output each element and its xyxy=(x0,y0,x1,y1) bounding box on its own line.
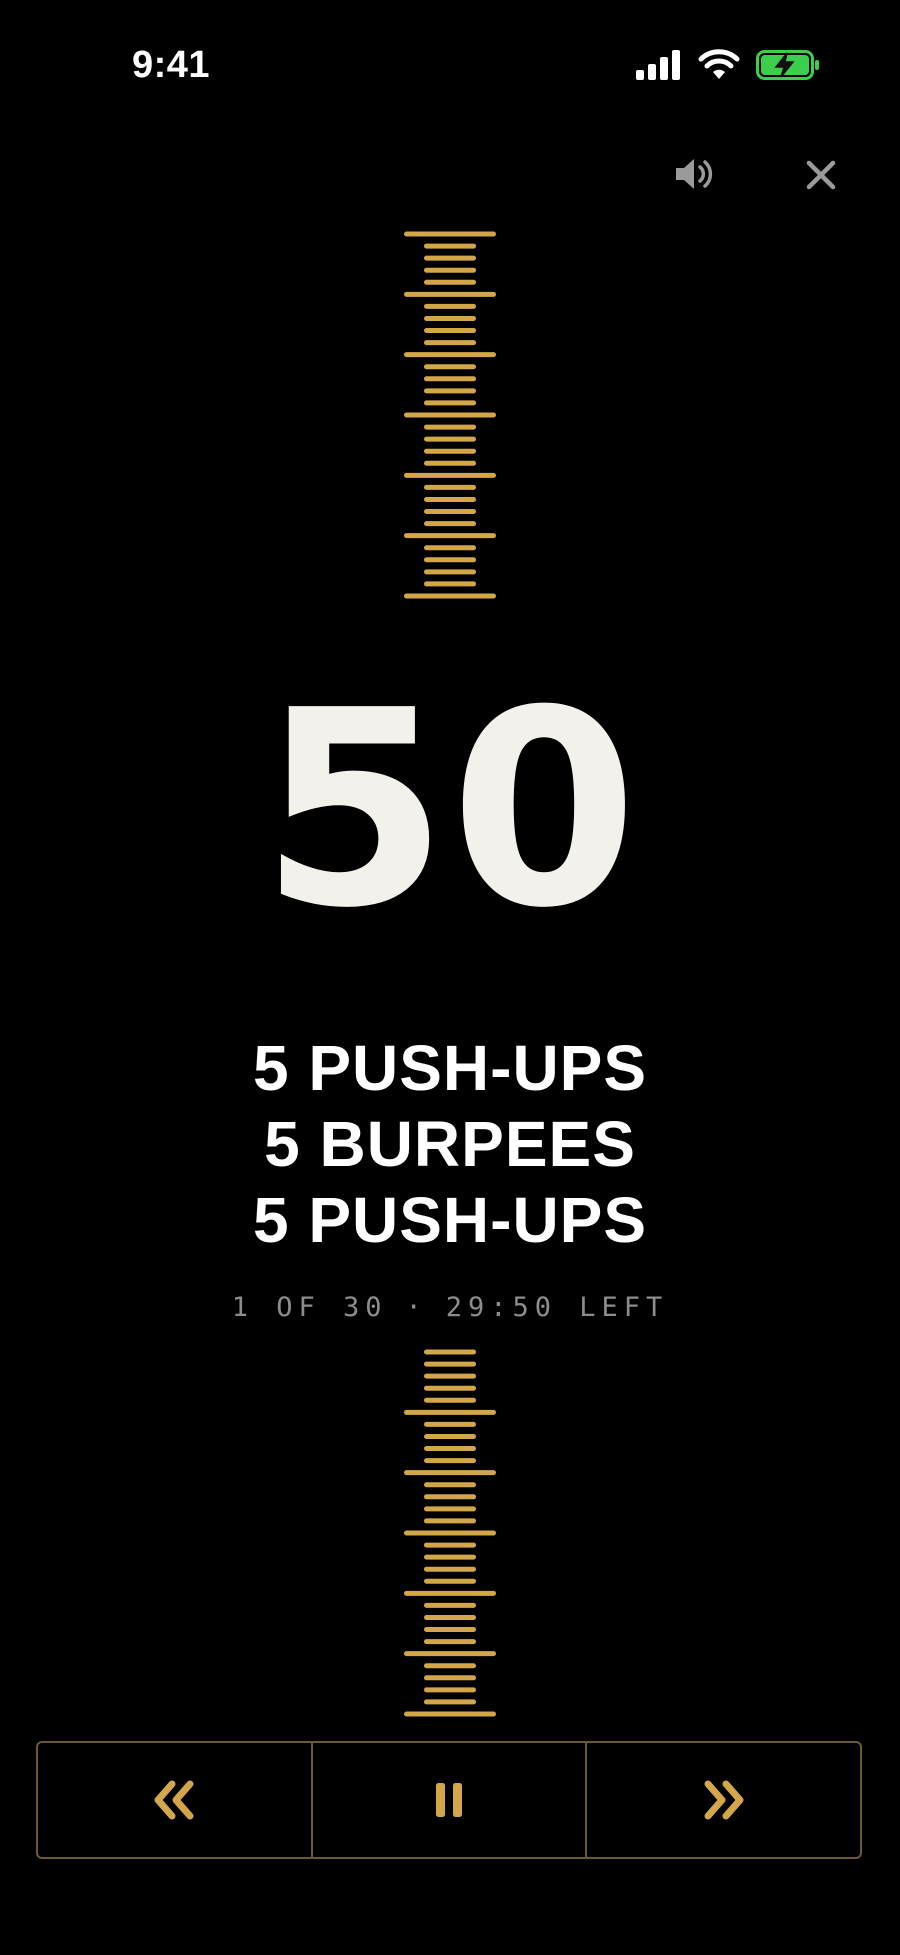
ruler-minor-tick xyxy=(424,303,476,309)
ruler-minor-tick xyxy=(424,267,476,273)
exercise-list: 5 PUSH-UPS 5 BURPEES 5 PUSH-UPS xyxy=(0,1030,900,1258)
signal-icon xyxy=(636,49,682,85)
ruler-minor-tick xyxy=(424,557,476,563)
ruler-major-tick xyxy=(404,1409,496,1415)
ruler-minor-tick xyxy=(424,1554,476,1560)
close-icon xyxy=(806,160,836,190)
round-counter: 1 OF 30 xyxy=(231,1292,388,1323)
ruler-minor-tick xyxy=(424,1566,476,1572)
ruler-minor-tick xyxy=(424,509,476,515)
ruler-minor-tick xyxy=(424,400,476,406)
ruler-minor-tick xyxy=(424,328,476,334)
battery-charging-icon xyxy=(756,49,820,86)
rewind-button[interactable] xyxy=(38,1743,311,1857)
pause-icon xyxy=(436,1783,462,1817)
exercise-item: 5 PUSH-UPS xyxy=(252,1184,648,1256)
ruler-minor-tick xyxy=(424,1446,476,1452)
ruler-major-tick xyxy=(404,291,496,297)
ruler-minor-tick xyxy=(424,1433,476,1439)
ruler-major-tick xyxy=(404,593,496,599)
ruler-minor-tick xyxy=(424,340,476,346)
ruler-minor-tick xyxy=(424,1627,476,1633)
ruler-minor-tick xyxy=(424,1373,476,1379)
exercise-item: 5 BURPEES xyxy=(264,1108,636,1180)
ruler-minor-tick xyxy=(424,1482,476,1488)
wifi-icon xyxy=(698,48,740,86)
exercise-item: 5 PUSH-UPS xyxy=(252,1032,648,1104)
ruler-minor-tick xyxy=(424,1675,476,1681)
status-bar: 9:41 xyxy=(0,0,900,130)
separator: · xyxy=(405,1292,428,1323)
progress-info: 1 OF 30 · 29:50 LEFT xyxy=(0,1292,900,1323)
ruler-minor-tick xyxy=(424,1687,476,1693)
ruler-minor-tick xyxy=(424,521,476,527)
rewind-icon xyxy=(154,1780,194,1820)
status-time: 9:41 xyxy=(132,44,211,86)
status-icons xyxy=(636,48,820,86)
ruler-minor-tick xyxy=(424,448,476,454)
ruler-minor-tick xyxy=(424,315,476,321)
tick-ruler-bottom xyxy=(404,1349,496,1717)
ruler-minor-tick xyxy=(424,1385,476,1391)
ruler-minor-tick xyxy=(424,581,476,587)
ruler-minor-tick xyxy=(424,1349,476,1355)
ruler-major-tick xyxy=(404,1590,496,1596)
ruler-minor-tick xyxy=(424,569,476,575)
ruler-minor-tick xyxy=(424,255,476,261)
pause-button[interactable] xyxy=(310,1743,586,1857)
ruler-minor-tick xyxy=(424,376,476,382)
rep-counter: 50 xyxy=(0,675,900,945)
ruler-minor-tick xyxy=(424,545,476,551)
ruler-minor-tick xyxy=(424,1361,476,1367)
fast-forward-icon xyxy=(704,1780,744,1820)
ruler-major-tick xyxy=(404,472,496,478)
top-controls xyxy=(0,150,900,200)
sound-button[interactable] xyxy=(672,154,720,194)
time-left: 29:50 LEFT xyxy=(445,1292,669,1323)
counter-value: 50 xyxy=(260,652,640,967)
ruler-minor-tick xyxy=(424,1602,476,1608)
ruler-minor-tick xyxy=(424,1458,476,1464)
ruler-minor-tick xyxy=(424,1506,476,1512)
speaker-icon xyxy=(676,159,713,189)
ruler-minor-tick xyxy=(424,364,476,370)
ruler-major-tick xyxy=(404,533,496,539)
ruler-minor-tick xyxy=(424,279,476,285)
ruler-minor-tick xyxy=(424,460,476,466)
ruler-minor-tick xyxy=(424,496,476,502)
ruler-minor-tick xyxy=(424,424,476,430)
forward-button[interactable] xyxy=(585,1743,860,1857)
ruler-minor-tick xyxy=(424,388,476,394)
ruler-minor-tick xyxy=(424,1614,476,1620)
ruler-major-tick xyxy=(404,352,496,358)
tick-ruler-top xyxy=(404,231,496,599)
ruler-major-tick xyxy=(404,1470,496,1476)
ruler-major-tick xyxy=(404,412,496,418)
ruler-minor-tick xyxy=(424,1663,476,1669)
ruler-minor-tick xyxy=(424,1578,476,1584)
ruler-minor-tick xyxy=(424,1518,476,1524)
ruler-minor-tick xyxy=(424,436,476,442)
ruler-major-tick xyxy=(404,231,496,237)
ruler-major-tick xyxy=(404,1651,496,1657)
ruler-minor-tick xyxy=(424,1397,476,1403)
ruler-minor-tick xyxy=(424,1421,476,1427)
ruler-minor-tick xyxy=(424,1639,476,1645)
ruler-minor-tick xyxy=(424,1542,476,1548)
ruler-minor-tick xyxy=(424,1699,476,1705)
ruler-minor-tick xyxy=(424,484,476,490)
ruler-minor-tick xyxy=(424,243,476,249)
ruler-major-tick xyxy=(404,1711,496,1717)
playback-controls xyxy=(36,1741,862,1859)
ruler-minor-tick xyxy=(424,1494,476,1500)
close-button[interactable] xyxy=(800,154,842,196)
ruler-major-tick xyxy=(404,1530,496,1536)
